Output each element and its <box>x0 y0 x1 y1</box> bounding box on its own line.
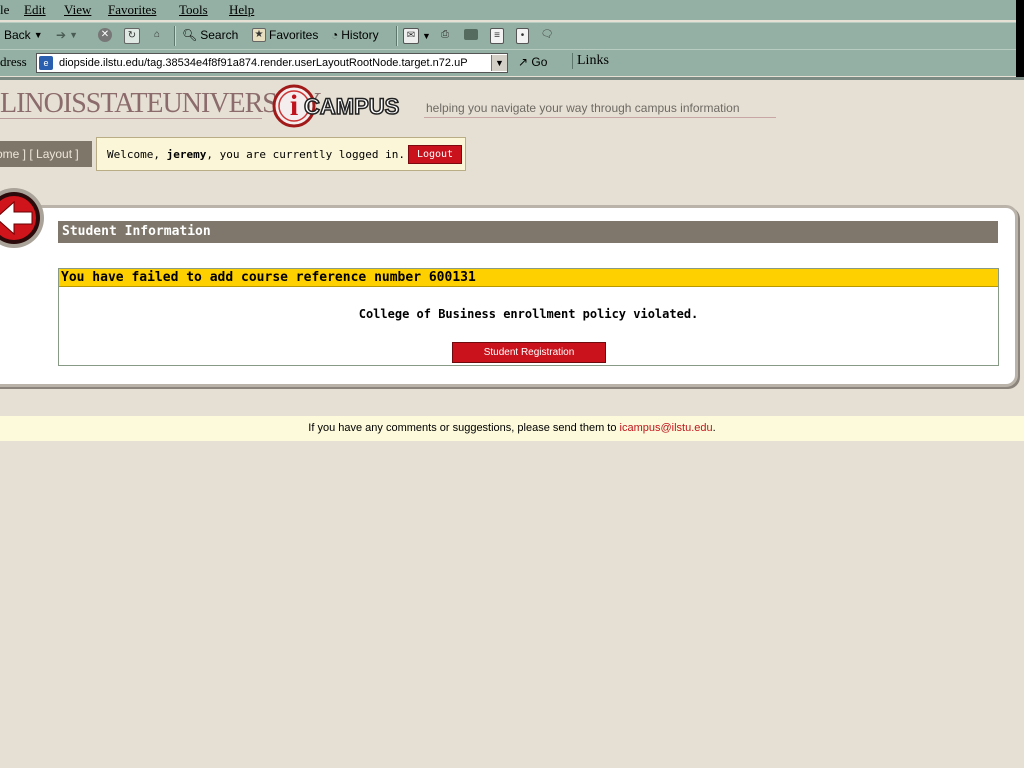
menu-bar: le Edit View Favorites Tools Help <box>0 0 1016 20</box>
chrome-divider <box>0 77 1024 80</box>
back-arrow-icon[interactable] <box>0 186 46 250</box>
nav-bracket: ] [ <box>19 147 37 161</box>
address-input[interactable]: e diopside.ilstu.edu/tag.38534e4f8f91a87… <box>36 53 508 73</box>
window-edge <box>1016 0 1024 80</box>
messenger-icon[interactable]: • <box>516 28 529 44</box>
forward-button[interactable]: ➔ ▼ <box>56 28 78 42</box>
research-icon[interactable]: 🗨︎ <box>540 28 554 42</box>
toolbar-separator <box>396 26 398 46</box>
search-icon: 🔍︎ <box>182 28 198 42</box>
history-button[interactable]: ◔ History <box>331 28 379 42</box>
footer-text: If you have any comments or suggestions,… <box>308 422 620 434</box>
links-button[interactable]: Links <box>572 53 609 69</box>
back-label: Back <box>4 28 31 42</box>
menu-help[interactable]: Help <box>229 2 254 18</box>
section-title: Student Information <box>58 221 998 243</box>
nav-layout-link[interactable]: Layout <box>36 147 72 161</box>
favorites-label: Favorites <box>269 28 319 42</box>
favorites-button[interactable]: ★ Favorites <box>252 28 318 42</box>
welcome-prefix: Welcome, <box>107 148 167 161</box>
menu-edit-label: Edit <box>24 2 46 17</box>
menu-file[interactable]: le <box>0 2 9 18</box>
icampus-logo-text: CAMPUS <box>304 94 399 119</box>
back-button[interactable]: Back ▼ <box>4 28 43 42</box>
favorites-icon: ★ <box>252 28 266 42</box>
page-icon: e <box>39 56 53 70</box>
student-registration-button[interactable]: Student Registration <box>452 342 606 363</box>
menu-tools-label: Tools <box>179 2 208 17</box>
go-button[interactable]: ↗ Go <box>518 55 547 69</box>
icampus-logo[interactable]: i CAMPUS <box>272 84 422 128</box>
home-icon[interactable]: ⌂ <box>150 28 164 42</box>
stop-icon[interactable]: ✕ <box>98 28 112 42</box>
username: jeremy <box>166 148 207 161</box>
toolbar: Back ▼ ➔ ▼ ✕ ↻ ⌂ 🔍︎ Search ★ Favorites ◔… <box>0 22 1016 49</box>
channel-nav: ome ] [ Layout ] <box>0 141 92 167</box>
discuss-icon[interactable]: ≡ <box>490 28 504 44</box>
error-box: You have failed to add course reference … <box>58 268 999 366</box>
footer: If you have any comments or suggestions,… <box>0 416 1024 441</box>
forward-arrow-icon: ➔ <box>56 28 67 42</box>
nav-home-link[interactable]: ome <box>0 147 19 161</box>
menu-view[interactable]: View <box>64 2 91 18</box>
address-url: diopside.ilstu.edu/tag.38534e4f8f91a874.… <box>59 57 468 69</box>
menu-help-label: Help <box>229 2 255 17</box>
error-title: You have failed to add course reference … <box>59 269 998 287</box>
address-label: dress <box>0 54 27 69</box>
footer-email-link[interactable]: icampus@ilstu.edu <box>620 422 713 434</box>
forward-dropdown-icon: ▼ <box>69 30 78 40</box>
menu-tools[interactable]: Tools <box>179 2 208 18</box>
error-message: College of Business enrollment policy vi… <box>358 307 699 321</box>
logout-button[interactable]: Logout <box>408 145 462 164</box>
menu-favorites-label: Favorites <box>108 2 157 17</box>
go-arrow-icon: ↗ <box>518 55 529 69</box>
menu-favorites[interactable]: Favorites <box>108 2 156 18</box>
welcome-suffix: , you are currently logged in. <box>206 148 406 161</box>
svg-text:i: i <box>290 89 298 122</box>
mail-icon: ✉ <box>403 28 419 44</box>
wordmark-underline <box>0 118 262 119</box>
mail-button[interactable]: ✉ ▼ <box>403 28 431 44</box>
welcome-box: Welcome, jeremy, you are currently logge… <box>96 137 466 171</box>
history-label: History <box>341 28 379 42</box>
mail-dropdown-icon: ▼ <box>422 31 431 41</box>
tagline-underline <box>424 117 776 118</box>
back-dropdown-icon[interactable]: ▼ <box>34 30 43 40</box>
menu-edit[interactable]: Edit <box>24 2 46 18</box>
search-label: Search <box>200 28 239 42</box>
address-dropdown-icon[interactable]: ▼ <box>491 55 507 71</box>
edit-icon[interactable] <box>464 29 478 40</box>
address-bar: dress e diopside.ilstu.edu/tag.38534e4f8… <box>0 49 1016 76</box>
print-icon[interactable]: ⎙ <box>438 28 452 42</box>
nav-bracket: ] <box>72 147 79 161</box>
toolbar-separator <box>174 26 176 46</box>
go-label: Go <box>531 55 548 69</box>
refresh-icon[interactable]: ↻ <box>124 28 140 44</box>
tagline: helping you navigate your way through ca… <box>426 101 740 115</box>
footer-period: . <box>712 422 716 434</box>
history-icon: ◔ <box>331 28 339 42</box>
welcome-message: Welcome, jeremy, you are currently logge… <box>107 148 405 161</box>
search-button[interactable]: 🔍︎ Search <box>182 28 238 42</box>
menu-view-label: View <box>64 2 92 17</box>
